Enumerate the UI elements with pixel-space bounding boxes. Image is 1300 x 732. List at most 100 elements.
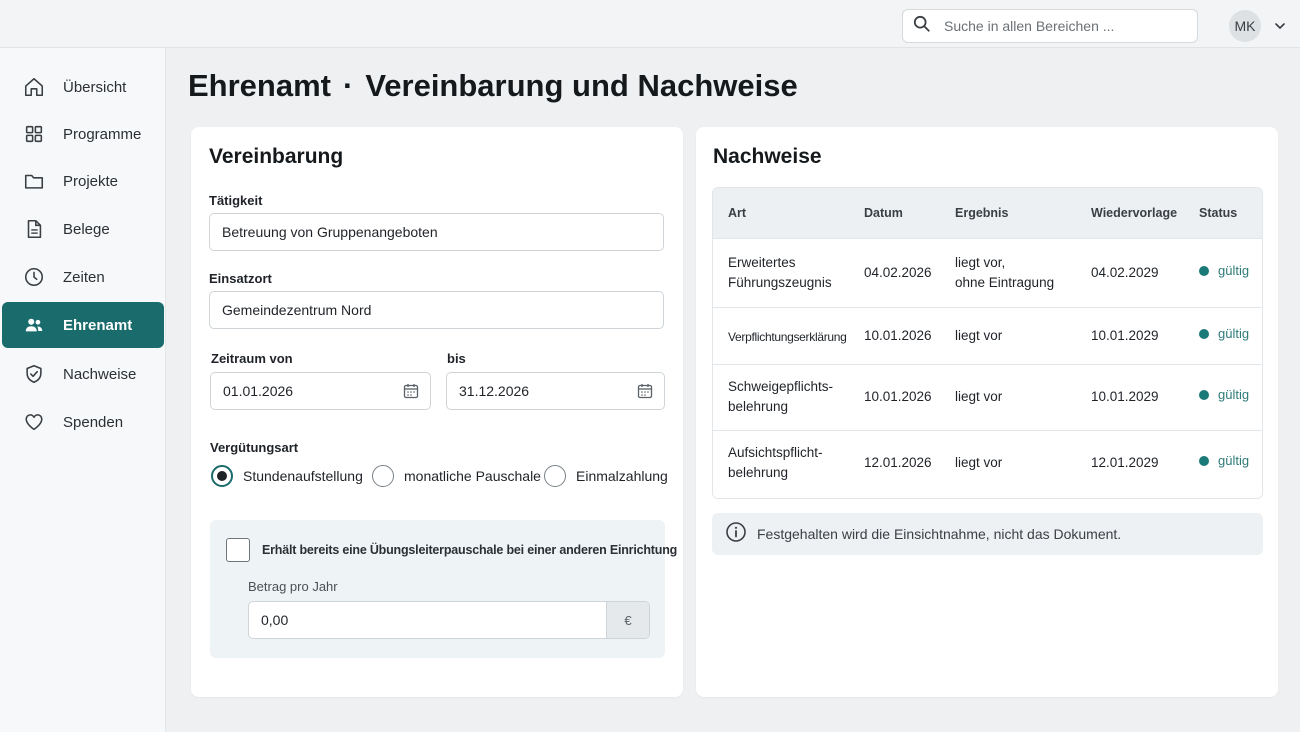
info-icon: [712, 521, 747, 548]
cell-wiedervorlage: 10.01.2029: [1091, 328, 1159, 343]
status-label: gültig: [1218, 453, 1250, 468]
einsatzort-label: Einsatzort: [209, 271, 272, 286]
sidebar-item-label: Programme: [63, 125, 142, 143]
grid-icon: [23, 123, 45, 145]
cell-wiedervorlage: 12.01.2029: [1091, 455, 1159, 470]
table-row[interactable]: Schweigepflichts-belehrung 10.01.2026 li…: [713, 364, 1262, 430]
status-badge: gültig: [1199, 326, 1249, 341]
vereinbarung-card: Vereinbarung Tätigkeit Betreuung von Gru…: [191, 127, 683, 697]
cell-datum: 10.01.2026: [864, 389, 932, 404]
cell-art: Erweitertes Führungszeugnis: [728, 255, 832, 290]
search-input[interactable]: [944, 18, 1184, 34]
sidebar-item-zeiten[interactable]: Zeiten: [2, 254, 164, 300]
table-header: Art Datum Ergebnis Wiedervorlage Status: [713, 188, 1262, 238]
sidebar-item-label: Spenden: [63, 413, 124, 431]
sidebar-item-spenden[interactable]: Spenden: [2, 399, 164, 445]
radio-label: monatliche Pauschale: [404, 468, 541, 484]
bis-field[interactable]: 31.12.2026: [446, 372, 665, 410]
zeitraum-von-value: 01.01.2026: [223, 383, 294, 399]
uebungsleiterpauschale-checkbox-label: Erhält bereits eine Übungsleiterpauschal…: [262, 543, 678, 557]
sidebar-item-belege[interactable]: Belege: [2, 206, 164, 252]
sidebar-item-label: Übersicht: [63, 78, 127, 96]
zeitraum-von-field[interactable]: 01.01.2026: [210, 372, 431, 410]
radio-circle: [372, 465, 394, 487]
top-bar: MK: [0, 0, 1300, 48]
einsatzort-field[interactable]: Gemeindezentrum Nord: [209, 291, 664, 329]
cell-datum: 04.02.2026: [864, 265, 932, 280]
status-badge: gültig: [1199, 387, 1249, 402]
sidebar-item-nachweise[interactable]: Nachweise: [2, 351, 164, 397]
column-header-datum[interactable]: Datum: [864, 206, 903, 220]
sidebar-item-label: Projekte: [63, 172, 119, 190]
column-header-ergebnis[interactable]: Ergebnis: [955, 206, 1009, 220]
table-row[interactable]: Aufsichtspflicht-belehrung 12.01.2026 li…: [713, 430, 1262, 498]
avatar[interactable]: MK: [1229, 10, 1261, 42]
table-row[interactable]: Erweitertes Führungszeugnis 04.02.2026 li…: [713, 238, 1262, 307]
sidebar-item-label: Zeiten: [63, 268, 105, 286]
status-dot: [1199, 389, 1209, 400]
page-title-section: Ehrenamt: [188, 68, 331, 103]
cell-wiedervorlage: 04.02.2029: [1091, 265, 1159, 280]
cell-art: Verpflichtungserklärung: [728, 330, 847, 344]
verguetungsart-radio-group: Stundenaufstellung monatliche Pauschale …: [211, 465, 671, 489]
radio-stundenaufstellung[interactable]: Stundenaufstellung: [211, 465, 363, 487]
cell-ergebnis: liegt vor: [955, 455, 1003, 470]
status-badge: gültig: [1199, 453, 1249, 468]
nachweise-heading: Nachweise: [713, 145, 822, 168]
bis-value: 31.12.2026: [459, 383, 530, 399]
radio-einmalzahlung[interactable]: Einmalzahlung: [544, 465, 668, 487]
nachweise-table: Art Datum Ergebnis Wiedervorlage Status …: [712, 187, 1263, 499]
cell-art: Aufsichtspflicht-belehrung: [728, 445, 823, 480]
clock-icon: [23, 266, 45, 288]
cell-ergebnis: liegt vor: [955, 328, 1003, 343]
column-header-status[interactable]: Status: [1199, 206, 1237, 220]
taetigkeit-field[interactable]: Betreuung von Gruppenangeboten: [209, 213, 664, 251]
info-text: Festgehalten wird die Einsichtnahme, nic…: [757, 526, 1122, 542]
column-header-wiedervorlage[interactable]: Wiedervorlage: [1091, 206, 1177, 220]
table-row[interactable]: Verpflichtungserklärung 10.01.2026 liegt…: [713, 307, 1262, 364]
taetigkeit-value: Betreuung von Gruppenangeboten: [222, 224, 438, 240]
chevron-down-icon[interactable]: [1274, 19, 1286, 31]
info-note: Festgehalten wird die Einsichtnahme, nic…: [712, 513, 1263, 555]
betrag-input[interactable]: [249, 602, 607, 638]
currency-unit: €: [606, 602, 649, 638]
cell-art: Schweigepflichts-belehrung: [728, 379, 834, 414]
uebungsleiterpauschale-panel: Erhält bereits eine Übungsleiterpauschal…: [210, 520, 677, 658]
betrag-field: €: [248, 601, 650, 639]
heart-icon: [23, 411, 45, 433]
status-dot: [1199, 328, 1209, 339]
sidebar-item-projekte[interactable]: Projekte: [2, 158, 164, 204]
radio-monatliche-pauschale[interactable]: monatliche Pauschale: [372, 465, 541, 487]
taetigkeit-label: Tätigkeit: [209, 193, 263, 208]
radio-circle: [211, 465, 233, 487]
bis-label: bis: [447, 351, 466, 366]
cell-wiedervorlage: 10.01.2029: [1091, 389, 1159, 404]
status-badge: gültig: [1199, 263, 1249, 278]
cell-datum: 12.01.2026: [864, 455, 932, 470]
calendar-icon[interactable]: [637, 383, 653, 399]
sidebar-item-label: Belege: [63, 220, 110, 238]
einsatzort-value: Gemeindezentrum Nord: [222, 302, 372, 318]
radio-label: Stundenaufstellung: [243, 468, 363, 484]
search-box[interactable]: [902, 9, 1198, 43]
zeitraum-von-label: Zeitraum von: [211, 351, 293, 366]
vereinbarung-heading: Vereinbarung: [209, 145, 344, 168]
folder-icon: [23, 170, 45, 192]
radio-label: Einmalzahlung: [576, 468, 668, 484]
betrag-label: Betrag pro Jahr: [248, 579, 338, 594]
cell-datum: 10.01.2026: [864, 328, 932, 343]
sidebar-item-uebersicht[interactable]: Übersicht: [2, 64, 164, 110]
sidebar-item-label: Nachweise: [63, 365, 137, 383]
radio-circle: [544, 465, 566, 487]
page-title: Ehrenamt · Vereinbarung und Nachweise: [188, 68, 798, 108]
column-header-art[interactable]: Art: [728, 206, 746, 220]
sidebar-item-programme[interactable]: Programme: [2, 111, 164, 157]
sidebar-item-ehrenamt[interactable]: Ehrenamt: [2, 302, 164, 348]
document-icon: [23, 218, 45, 240]
uebungsleiterpauschale-checkbox[interactable]: [226, 538, 250, 562]
cell-ergebnis: liegt vor: [955, 389, 1003, 404]
calendar-icon[interactable]: [403, 383, 419, 399]
shield-check-icon: [23, 363, 45, 385]
verguetungsart-label: Vergütungsart: [210, 440, 299, 455]
status-dot: [1199, 265, 1209, 276]
